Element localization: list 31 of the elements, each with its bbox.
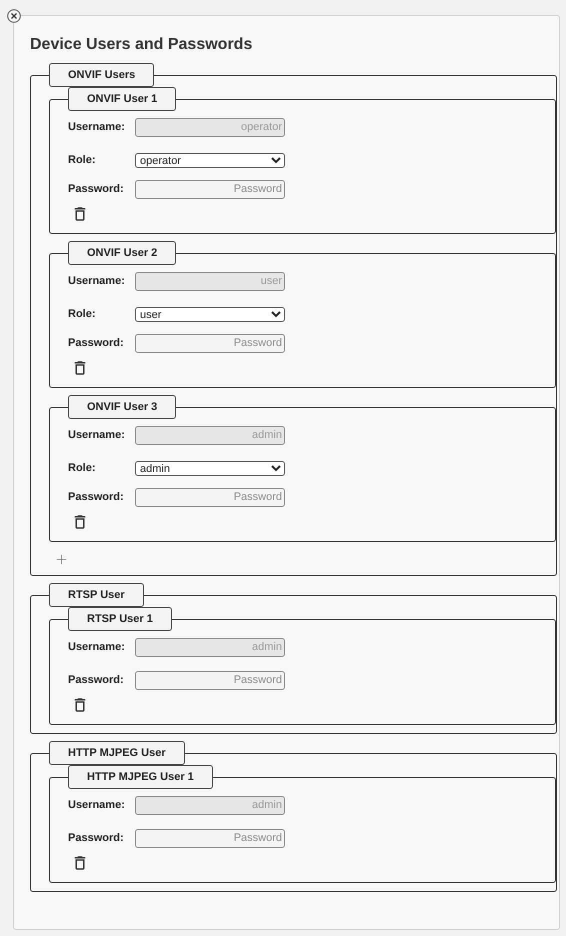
field-label: Role: (68, 154, 96, 166)
field-label: Password: (68, 674, 125, 686)
user-legend: ONVIF User 1 (68, 87, 176, 111)
field-label: Password: (68, 491, 125, 503)
close-icon[interactable] (7, 9, 21, 23)
field-label: Username: (68, 275, 126, 287)
field-label: Username: (68, 641, 126, 653)
user-legend: ONVIF User 2 (68, 241, 176, 265)
field-label: Role: (68, 308, 96, 320)
user-legend: RTSP User 1 (68, 607, 172, 631)
password-field[interactable]: Password (135, 334, 285, 352)
password-field[interactable]: Password (135, 180, 285, 198)
password-field[interactable]: Password (135, 828, 285, 848)
group-legend: HTTP MJPEG User (49, 741, 185, 765)
role-select[interactable]: operator (135, 152, 285, 168)
field-label: Password: (68, 183, 125, 195)
password-field[interactable]: Password (135, 488, 285, 506)
field-label: Username: (68, 121, 126, 133)
dialog-title: Device Users and Passwords (30, 36, 254, 54)
role-select[interactable]: user (135, 306, 285, 322)
group-legend: ONVIF Users (49, 63, 154, 87)
field-label: Username: (68, 799, 126, 811)
user-legend: ONVIF User 3 (68, 395, 176, 419)
field-label: Password: (68, 337, 125, 349)
password-field[interactable]: Password (135, 670, 285, 690)
field-label: Username: (68, 429, 126, 441)
role-select[interactable]: admin (135, 460, 285, 476)
field-label: Password: (68, 832, 125, 844)
field-label: Role: (68, 462, 96, 474)
user-legend: HTTP MJPEG User 1 (68, 765, 213, 789)
group-legend: RTSP User (49, 583, 144, 607)
